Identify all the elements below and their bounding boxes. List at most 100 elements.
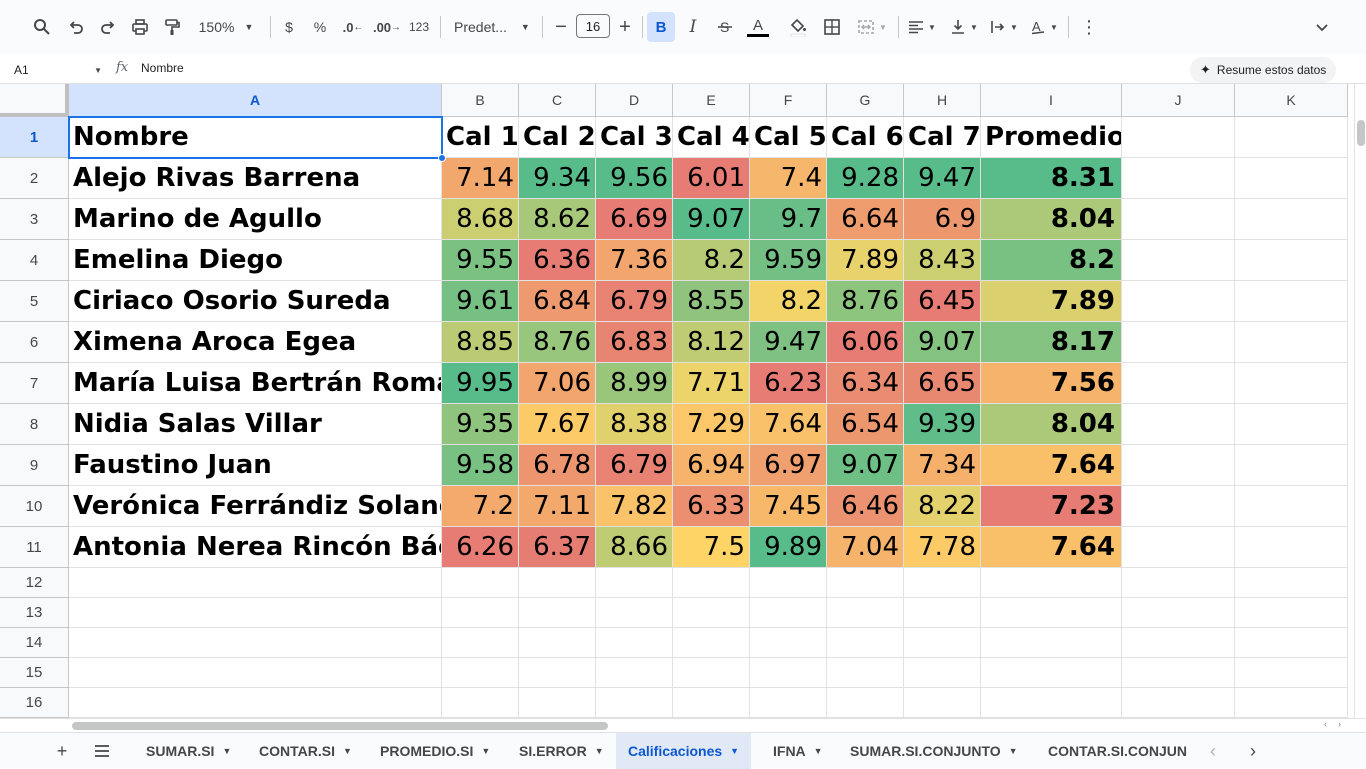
empty-cell[interactable] — [1235, 199, 1348, 240]
number-format-button[interactable]: 123 — [406, 12, 432, 42]
column-header-c[interactable]: C — [519, 84, 596, 117]
merge-cells-button[interactable]: ▼ — [852, 12, 892, 42]
empty-cell[interactable] — [69, 688, 442, 718]
fill-color-button[interactable] — [784, 12, 812, 42]
empty-cell[interactable] — [1235, 117, 1348, 158]
empty-cell[interactable] — [981, 658, 1122, 688]
empty-cell[interactable] — [673, 598, 750, 628]
empty-cell[interactable] — [1235, 486, 1348, 527]
empty-cell[interactable] — [69, 598, 442, 628]
percent-format-button[interactable]: % — [308, 12, 332, 42]
increase-decimals-button[interactable]: .00 → — [372, 12, 402, 42]
average-cell[interactable]: 7.64 — [981, 445, 1122, 486]
student-name-cell[interactable]: Marino de Agullo — [69, 199, 442, 240]
empty-cell[interactable] — [1235, 628, 1348, 658]
horizontal-scrollbar[interactable]: ‹ › — [0, 718, 1366, 732]
sheet-tab-promedio-si[interactable]: PROMEDIO.SI ▼ — [368, 733, 502, 769]
empty-cell[interactable] — [750, 658, 827, 688]
score-cell[interactable]: 9.34 — [519, 158, 596, 199]
score-cell[interactable]: 7.34 — [904, 445, 981, 486]
sheet-tab-sumar-si[interactable]: SUMAR.SI ▼ — [134, 733, 243, 769]
average-cell[interactable]: 8.17 — [981, 322, 1122, 363]
sheet-tab-contar-si[interactable]: CONTAR.SI ▼ — [247, 733, 364, 769]
empty-cell[interactable] — [827, 628, 904, 658]
score-cell[interactable]: 8.76 — [519, 322, 596, 363]
text-wrapping-button[interactable]: ▼ — [986, 12, 1022, 42]
score-cell[interactable]: 6.46 — [827, 486, 904, 527]
score-cell[interactable]: 8.62 — [519, 199, 596, 240]
empty-cell[interactable] — [1122, 598, 1235, 628]
empty-cell[interactable] — [750, 628, 827, 658]
score-cell[interactable]: 9.59 — [750, 240, 827, 281]
average-cell[interactable]: 7.64 — [981, 527, 1122, 568]
column-header-g[interactable]: G — [827, 84, 904, 117]
score-cell[interactable]: 9.47 — [750, 322, 827, 363]
score-cell[interactable]: 7.4 — [750, 158, 827, 199]
empty-cell[interactable] — [981, 688, 1122, 718]
vertical-align-button[interactable]: ▼ — [946, 12, 982, 42]
score-cell[interactable]: 6.45 — [904, 281, 981, 322]
score-cell[interactable]: 9.58 — [442, 445, 519, 486]
score-cell[interactable]: 8.43 — [904, 240, 981, 281]
empty-cell[interactable] — [1235, 658, 1348, 688]
increase-font-size-button[interactable]: + — [614, 12, 636, 42]
borders-button[interactable] — [818, 12, 846, 42]
score-cell[interactable]: 6.01 — [673, 158, 750, 199]
score-cell[interactable]: 9.61 — [442, 281, 519, 322]
score-cell[interactable]: 9.95 — [442, 363, 519, 404]
empty-cell[interactable] — [1122, 658, 1235, 688]
empty-cell[interactable] — [1235, 404, 1348, 445]
row-header-1[interactable]: 1 — [0, 117, 69, 158]
column-header-a[interactable]: A — [69, 84, 442, 117]
font-family-select[interactable]: Predet... ▼ — [450, 12, 534, 42]
student-name-cell[interactable]: Nidia Salas Villar — [69, 404, 442, 445]
empty-cell[interactable] — [519, 688, 596, 718]
header-cell-cal-1[interactable]: Cal 1 — [442, 117, 519, 158]
row-header-10[interactable]: 10 — [0, 486, 69, 527]
empty-cell[interactable] — [442, 598, 519, 628]
empty-cell[interactable] — [673, 568, 750, 598]
score-cell[interactable]: 8.2 — [750, 281, 827, 322]
row-header-9[interactable]: 9 — [0, 445, 69, 486]
sheet-tab-sumar-si-conjunto[interactable]: SUMAR.SI.CONJUNTO ▼ — [838, 733, 1030, 769]
vertical-scrollbar[interactable] — [1354, 84, 1366, 718]
header-cell-promedio[interactable]: Promedio — [981, 117, 1122, 158]
empty-cell[interactable] — [1235, 363, 1348, 404]
header-cell-cal-5[interactable]: Cal 5 — [750, 117, 827, 158]
empty-cell[interactable] — [673, 658, 750, 688]
empty-cell[interactable] — [1122, 486, 1235, 527]
column-header-e[interactable]: E — [673, 84, 750, 117]
score-cell[interactable]: 7.78 — [904, 527, 981, 568]
score-cell[interactable]: 6.65 — [904, 363, 981, 404]
score-cell[interactable]: 9.56 — [596, 158, 673, 199]
header-cell-cal-4[interactable]: Cal 4 — [673, 117, 750, 158]
column-header-k[interactable]: K — [1235, 84, 1348, 117]
more-options-button[interactable]: ⋮ — [1076, 12, 1102, 42]
score-cell[interactable]: 8.38 — [596, 404, 673, 445]
bold-button[interactable]: B — [647, 12, 675, 42]
score-cell[interactable]: 6.9 — [904, 199, 981, 240]
header-cell-cal-2[interactable]: Cal 2 — [519, 117, 596, 158]
empty-cell[interactable] — [750, 568, 827, 598]
font-size-input[interactable]: 16 — [576, 14, 610, 38]
empty-cell[interactable] — [596, 598, 673, 628]
empty-cell[interactable] — [1122, 199, 1235, 240]
scroll-right-icon[interactable]: › — [1338, 719, 1341, 729]
sheet-tab-contar-si-conjun[interactable]: CONTAR.SI.CONJUN — [1036, 733, 1194, 769]
empty-cell[interactable] — [1235, 598, 1348, 628]
score-cell[interactable]: 6.23 — [750, 363, 827, 404]
row-header-4[interactable]: 4 — [0, 240, 69, 281]
row-header-2[interactable]: 2 — [0, 158, 69, 199]
empty-cell[interactable] — [1122, 445, 1235, 486]
empty-cell[interactable] — [519, 568, 596, 598]
empty-cell[interactable] — [827, 568, 904, 598]
empty-cell[interactable] — [904, 658, 981, 688]
average-cell[interactable]: 8.31 — [981, 158, 1122, 199]
empty-cell[interactable] — [69, 658, 442, 688]
column-header-d[interactable]: D — [596, 84, 673, 117]
column-header-b[interactable]: B — [442, 84, 519, 117]
score-cell[interactable]: 9.55 — [442, 240, 519, 281]
empty-cell[interactable] — [1235, 445, 1348, 486]
student-name-cell[interactable]: Verónica Ferrándiz Solano — [69, 486, 442, 527]
student-name-cell[interactable]: María Luisa Bertrán Roman — [69, 363, 442, 404]
